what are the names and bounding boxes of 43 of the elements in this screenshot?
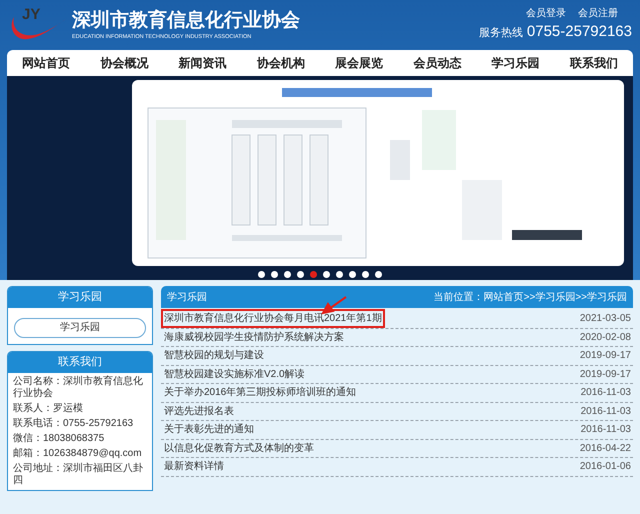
hotline-label: 服务热线 — [478, 26, 523, 42]
nav-item[interactable]: 展会展览 — [331, 54, 388, 72]
article-date: 2016-11-03 — [580, 386, 631, 400]
logo-letters: JY — [22, 7, 40, 22]
nav-item[interactable]: 会员动态 — [409, 54, 466, 72]
nav-item[interactable]: 协会概况 — [96, 54, 152, 72]
article-link[interactable]: 海康威视校园学生疫情防护系统解决方案 — [163, 330, 345, 345]
article-date: 2019-09-17 — [580, 368, 631, 382]
article-date: 2016-11-03 — [580, 423, 631, 438]
breadcrumb: 当前位置：网站首页>>学习乐园>>学习乐园 — [434, 290, 627, 304]
contact-line: 邮箱：1026384879@qq.com — [13, 448, 143, 460]
contact-line: 微信：18038068375 — [13, 433, 106, 445]
article-date: 2021-03-05 — [580, 312, 631, 326]
article-link[interactable]: 评选先进报名表 — [163, 404, 235, 419]
contact-line: 联系人：罗运模 — [13, 403, 84, 415]
nav-item[interactable]: 学习乐园 — [488, 54, 544, 72]
header-link[interactable]: 会员登录 — [526, 6, 566, 22]
site-title: 深圳市教育信息化行业协会 — [72, 9, 300, 33]
article-date: 2016-04-22 — [580, 442, 631, 456]
section-button[interactable]: 学习乐园 — [14, 318, 146, 338]
article-date: 2016-11-03 — [580, 404, 631, 419]
article-link[interactable]: 以信息化促教育方式及体制的变革 — [163, 440, 315, 456]
contact-line: 联系电话：0755-25792163 — [13, 418, 134, 430]
nav-item[interactable]: 协会机构 — [252, 54, 309, 72]
section-header: 联系我们 — [8, 352, 152, 373]
article-date: 2020-02-08 — [580, 330, 631, 345]
hotline-number: 0755-25792163 — [526, 22, 632, 42]
article-link[interactable]: 关于表彰先进的通知 — [163, 422, 255, 438]
article-date: 2019-09-17 — [580, 349, 631, 364]
header-link[interactable]: 会员注册 — [578, 6, 618, 22]
article-date: 2016-01-06 — [580, 460, 631, 474]
article-link[interactable]: 关于举办2016年第三期投标师培训班的通知 — [163, 385, 358, 400]
nav-item[interactable]: 联系我们 — [566, 54, 622, 72]
nav-item[interactable]: 新闻资讯 — [174, 54, 231, 72]
section-header: 学习乐园 — [8, 287, 152, 308]
article-link[interactable]: 深圳市教育信息化行业协会每月电讯2021年第1期 — [163, 311, 383, 326]
article-link[interactable]: 智慧校园的规划与建设 — [163, 348, 265, 364]
article-link[interactable]: 智慧校园建设实施标准V2.0解读 — [163, 366, 306, 382]
list-title: 学习乐园 — [167, 290, 207, 304]
contact-line: 公司名称：深圳市教育信息化行业协会 — [13, 376, 144, 400]
contact-line: 公司地址：深圳市福田区八卦四 — [13, 463, 144, 487]
nav-item[interactable]: 网站首页 — [18, 54, 74, 72]
article-link[interactable]: 最新资料详情 — [163, 459, 225, 474]
